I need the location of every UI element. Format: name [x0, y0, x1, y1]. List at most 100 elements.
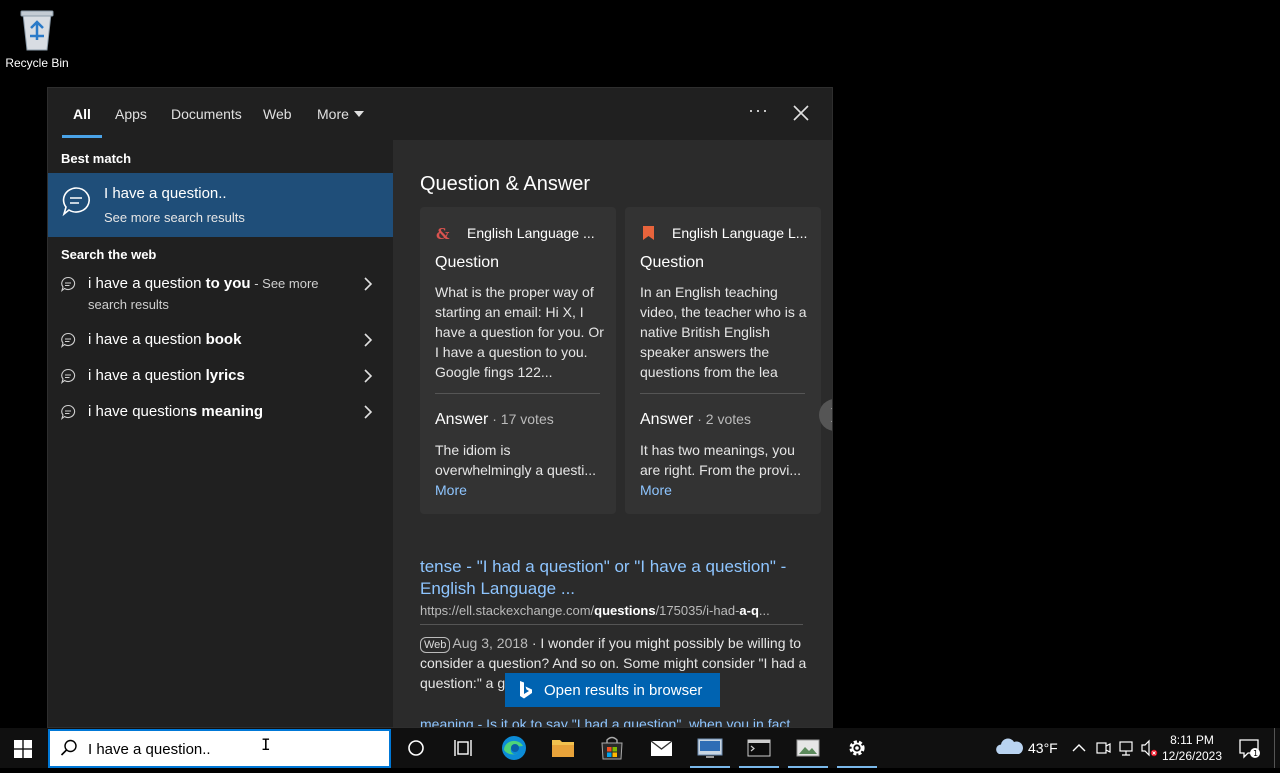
qa-site-name: English Language ... — [467, 225, 595, 241]
tab-web[interactable]: Web — [263, 106, 292, 122]
qa-site-name: English Language L... — [672, 225, 808, 241]
tab-documents[interactable]: Documents — [171, 106, 242, 122]
qa-question-text: In an English teaching video, the teache… — [640, 284, 807, 380]
task-view-icon — [454, 740, 472, 756]
web-suggestion-item[interactable]: i have a question lyrics — [48, 360, 393, 396]
chevron-right-icon[interactable] — [362, 276, 374, 292]
action-center-button[interactable]: 1 — [1234, 728, 1264, 768]
remote-desktop-button[interactable] — [686, 728, 734, 768]
weather-temperature[interactable]: 43°F — [1028, 740, 1058, 756]
active-tab-indicator — [62, 135, 102, 138]
meet-now-button[interactable] — [1092, 728, 1114, 768]
divider — [435, 393, 600, 394]
search-input[interactable] — [88, 737, 368, 761]
qa-more-link[interactable]: More — [640, 482, 672, 498]
caret-down-icon — [353, 111, 364, 117]
task-view-button[interactable] — [440, 728, 488, 768]
tab-all[interactable]: All — [73, 106, 91, 122]
show-desktop-divider[interactable] — [1274, 728, 1275, 768]
svg-text:1: 1 — [1253, 749, 1258, 758]
suggestion-normal-text: i have a question — [88, 331, 206, 348]
web-suggestion-text: i have a question book — [88, 329, 358, 350]
suggestion-bold-text: lyrics — [205, 367, 245, 384]
qa-heading: Question & Answer — [420, 173, 591, 195]
chat-bubble-icon — [60, 185, 92, 217]
suggestion-suffix: - See more — [250, 276, 319, 291]
clock-time: 8:11 PM — [1170, 733, 1214, 747]
recycle-bin[interactable]: Recycle Bin — [4, 6, 70, 70]
web-suggestion-item[interactable]: i have a question book — [48, 324, 393, 360]
recycle-bin-label: Recycle Bin — [5, 56, 69, 70]
url-part: a-q — [739, 603, 759, 618]
suggestion-bold-text: to you — [205, 275, 251, 292]
suggestion-bold-text: s — [188, 403, 198, 420]
store-icon — [601, 736, 623, 760]
volume-button[interactable] — [1138, 728, 1160, 768]
more-options-icon[interactable]: ··· — [748, 100, 769, 121]
chevron-up-icon — [1072, 744, 1086, 752]
weather-button[interactable] — [994, 728, 1024, 768]
bookmark-icon — [641, 225, 657, 241]
taskbar-search-box[interactable]: I — [48, 729, 391, 768]
chevron-right-icon[interactable] — [362, 404, 374, 420]
network-icon — [1119, 741, 1133, 756]
qa-answer-text: The idiom is overwhelmingly a questi... — [435, 442, 597, 478]
tab-more-label: More — [317, 106, 349, 122]
chevron-right-icon[interactable] — [362, 368, 374, 384]
camera-icon — [1096, 742, 1111, 754]
tab-more[interactable]: More — [317, 106, 364, 122]
tab-apps[interactable]: Apps — [115, 106, 147, 122]
qa-more-link[interactable]: More — [435, 482, 467, 498]
qa-answer-label: Answer — [435, 411, 489, 428]
best-match-item[interactable]: I have a question.. See more search resu… — [48, 173, 393, 237]
result-title-link[interactable]: tense - "I had a question" or "I have a … — [420, 556, 805, 600]
qa-card[interactable]: English Language L... Question In an Eng… — [625, 207, 821, 514]
divider — [640, 393, 805, 394]
web-suggestion-text: i have a question lyrics — [88, 365, 358, 386]
cortana-button[interactable] — [392, 728, 440, 768]
url-part: ... — [758, 603, 770, 618]
suggestion-subtext: search results — [88, 297, 169, 312]
mail-button[interactable] — [637, 728, 685, 768]
network-button[interactable] — [1116, 728, 1138, 768]
cortana-circle-icon — [408, 740, 424, 756]
chevron-right-icon[interactable] — [362, 332, 374, 348]
store-button[interactable] — [588, 728, 636, 768]
clock[interactable]: 8:11 PM 12/26/2023 — [1160, 732, 1224, 764]
mail-icon — [650, 740, 673, 756]
notification-icon: 1 — [1239, 739, 1260, 759]
web-suggestion-item[interactable]: i have questions meaning — [48, 396, 393, 432]
edge-icon — [502, 736, 526, 760]
qa-answer-label: Answer — [640, 411, 694, 428]
file-explorer-button[interactable] — [539, 728, 587, 768]
qa-card[interactable]: & English Language ... Question What is … — [420, 207, 616, 514]
preview-pane: Question & Answer & English Language ...… — [393, 140, 832, 727]
settings-button[interactable] — [833, 728, 881, 768]
web-suggestion-item[interactable]: i have a question to you - See more searc… — [48, 268, 393, 314]
url-part: https://ell.stackexchange.com/ — [420, 603, 595, 618]
bing-logo-icon — [519, 681, 533, 699]
divider — [420, 624, 803, 625]
qa-question-label: Question — [435, 254, 500, 271]
open-browser-label: Open results in browser — [544, 682, 703, 699]
next-result-link[interactable]: meaning - Is it ok to say "I had a quest… — [420, 716, 805, 727]
chevron-right-icon — [831, 408, 832, 422]
search-suggestion-icon — [60, 368, 76, 385]
carousel-next-button[interactable] — [819, 399, 832, 431]
result-url: https://ell.stackexchange.com/questions/… — [420, 603, 805, 618]
edge-button[interactable] — [490, 728, 538, 768]
best-match-heading: Best match — [61, 151, 132, 166]
command-prompt-button[interactable] — [735, 728, 783, 768]
cloud-icon — [996, 738, 1023, 754]
suggestion-normal-text: i have a question — [88, 367, 206, 384]
show-hidden-icons-button[interactable] — [1068, 728, 1090, 768]
qa-votes: · 2 votes — [693, 411, 751, 427]
open-results-in-browser-button[interactable]: Open results in browser — [505, 673, 720, 707]
search-tabs: All Apps Documents Web More ··· — [48, 88, 832, 140]
recycle-bin-icon — [17, 6, 57, 52]
url-part: /175035/i-had- — [655, 603, 740, 618]
results-list: Best match I have a question.. See more … — [48, 140, 393, 727]
windows-start-icon[interactable] — [14, 740, 32, 758]
close-icon[interactable] — [790, 102, 812, 124]
photo-viewer-button[interactable] — [784, 728, 832, 768]
